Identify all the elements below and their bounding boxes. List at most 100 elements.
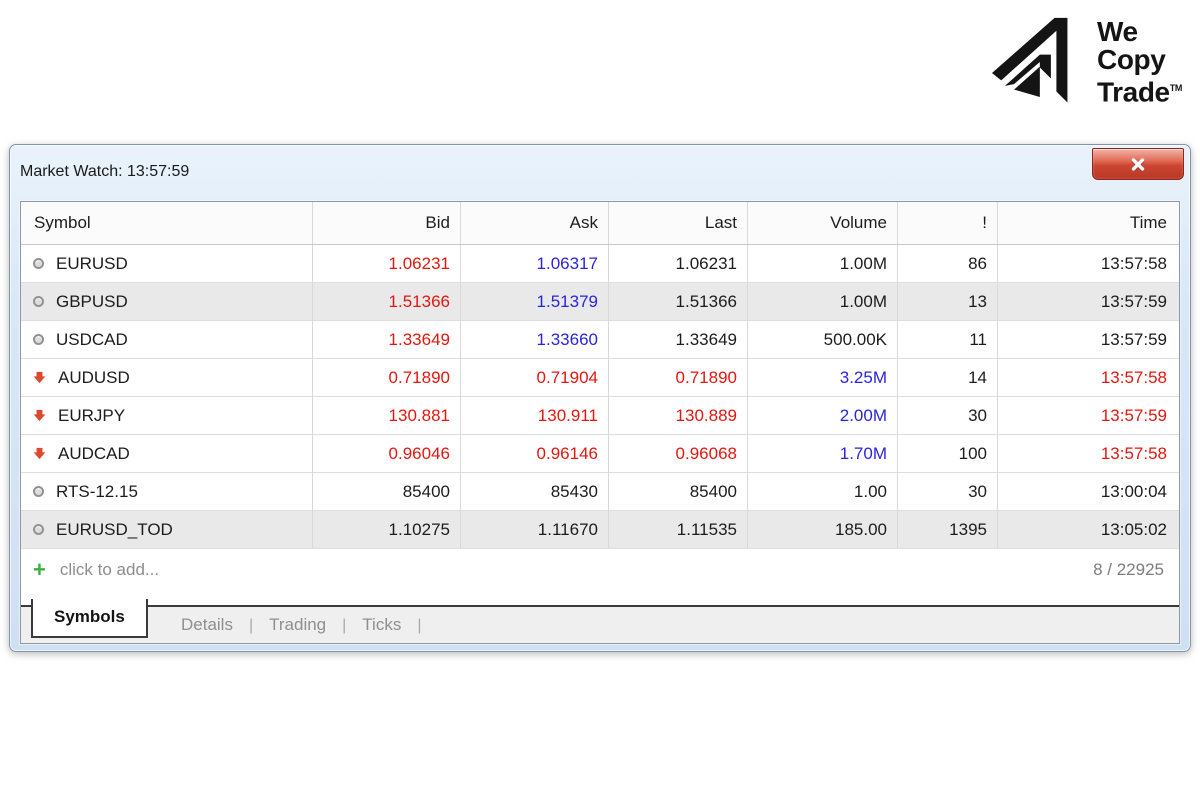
trademark-symbol: TM bbox=[1170, 83, 1182, 93]
panel-spacer bbox=[21, 591, 1179, 599]
bid-cell: 1.51366 bbox=[313, 283, 461, 320]
symbol-name: USDCAD bbox=[56, 321, 128, 358]
symbol-cell: EURUSD bbox=[21, 245, 313, 282]
bottom-tab-bar: Details | Trading | Ticks | Symbols bbox=[21, 599, 1179, 643]
table-row[interactable]: EURJPY130.881130.911130.8892.00M3013:57:… bbox=[21, 397, 1179, 435]
tab-labels: Details | Trading | Ticks | bbox=[181, 615, 437, 635]
ask-cell: 0.71904 bbox=[461, 359, 609, 396]
tab-separator: | bbox=[249, 617, 253, 634]
ask-cell: 130.911 bbox=[461, 397, 609, 434]
symbol-counter: 8 / 22925 bbox=[1093, 560, 1167, 580]
ask-cell: 1.51379 bbox=[461, 283, 609, 320]
time-cell: 13:00:04 bbox=[998, 473, 1179, 510]
alert-cell: 14 bbox=[898, 359, 998, 396]
column-header-alert[interactable]: ! bbox=[898, 202, 998, 244]
tab-separator: | bbox=[342, 617, 346, 634]
time-cell: 13:57:58 bbox=[998, 245, 1179, 282]
symbol-cell: GBPUSD bbox=[21, 283, 313, 320]
symbol-name: RTS-12.15 bbox=[56, 473, 138, 510]
logo-line-2: Copy bbox=[1097, 46, 1182, 74]
table-row[interactable]: AUDUSD0.718900.719040.718903.25M1413:57:… bbox=[21, 359, 1179, 397]
ask-cell: 0.96146 bbox=[461, 435, 609, 472]
time-cell: 13:05:02 bbox=[998, 511, 1179, 548]
header-row: SymbolBidAskLastVolume!Time bbox=[21, 202, 1179, 245]
column-header-symbol[interactable]: Symbol bbox=[21, 202, 313, 244]
click-to-add-label: click to add... bbox=[60, 560, 159, 580]
ask-cell: 85430 bbox=[461, 473, 609, 510]
volume-cell: 3.25M bbox=[748, 359, 898, 396]
symbol-name: AUDCAD bbox=[58, 435, 130, 472]
table-row[interactable]: USDCAD1.336491.336601.33649500.00K1113:5… bbox=[21, 321, 1179, 359]
volume-cell: 500.00K bbox=[748, 321, 898, 358]
volume-cell: 1.00 bbox=[748, 473, 898, 510]
down-arrow-icon bbox=[33, 371, 46, 384]
down-arrow-icon bbox=[33, 409, 46, 422]
market-watch-window: Market Watch: 13:57:59 SymbolBidAskLastV… bbox=[9, 144, 1191, 652]
volume-cell: 185.00 bbox=[748, 511, 898, 548]
tab-separator: | bbox=[417, 617, 421, 634]
table-row[interactable]: GBPUSD1.513661.513791.513661.00M1313:57:… bbox=[21, 283, 1179, 321]
logo-line-1: We bbox=[1097, 18, 1182, 46]
bid-cell: 0.71890 bbox=[313, 359, 461, 396]
bid-cell: 0.96046 bbox=[313, 435, 461, 472]
symbol-name: GBPUSD bbox=[56, 283, 128, 320]
last-cell: 0.96068 bbox=[609, 435, 748, 472]
click-to-add-row[interactable]: + click to add... 8 / 22925 bbox=[21, 549, 1179, 591]
table-row[interactable]: EURUSD_TOD1.102751.116701.11535185.00139… bbox=[21, 511, 1179, 549]
time-cell: 13:57:59 bbox=[998, 397, 1179, 434]
last-cell: 0.71890 bbox=[609, 359, 748, 396]
symbol-cell: RTS-12.15 bbox=[21, 473, 313, 510]
close-icon bbox=[1131, 158, 1145, 171]
last-cell: 130.889 bbox=[609, 397, 748, 434]
ask-cell: 1.06317 bbox=[461, 245, 609, 282]
symbol-cell: AUDUSD bbox=[21, 359, 313, 396]
last-cell: 1.11535 bbox=[609, 511, 748, 548]
symbol-name: EURUSD bbox=[56, 245, 128, 282]
table-body: EURUSD1.062311.063171.062311.00M8613:57:… bbox=[21, 245, 1179, 549]
wecopytrade-logo-text: We Copy TradeTM bbox=[1097, 18, 1182, 106]
volume-cell: 1.00M bbox=[748, 283, 898, 320]
alert-cell: 86 bbox=[898, 245, 998, 282]
symbol-name: AUDUSD bbox=[58, 359, 130, 396]
symbol-name: EURUSD_TOD bbox=[56, 511, 173, 548]
time-cell: 13:57:58 bbox=[998, 435, 1179, 472]
symbol-cell: AUDCAD bbox=[21, 435, 313, 472]
title-bar[interactable]: Market Watch: 13:57:59 bbox=[10, 145, 1190, 201]
column-header-bid[interactable]: Bid bbox=[313, 202, 461, 244]
alert-cell: 11 bbox=[898, 321, 998, 358]
circle-icon bbox=[33, 296, 44, 307]
circle-icon bbox=[33, 334, 44, 345]
wecopytrade-logo-mark bbox=[992, 16, 1084, 108]
tab-details[interactable]: Details bbox=[181, 615, 233, 634]
table-row[interactable]: RTS-12.158540085430854001.003013:00:04 bbox=[21, 473, 1179, 511]
volume-cell: 1.00M bbox=[748, 245, 898, 282]
last-cell: 85400 bbox=[609, 473, 748, 510]
alert-cell: 30 bbox=[898, 397, 998, 434]
column-header-time[interactable]: Time bbox=[998, 202, 1179, 244]
circle-icon bbox=[33, 486, 44, 497]
bid-cell: 85400 bbox=[313, 473, 461, 510]
logo-line-3: TradeTM bbox=[1097, 74, 1182, 106]
down-arrow-icon bbox=[33, 447, 46, 460]
plus-icon: + bbox=[33, 559, 46, 581]
symbol-name: EURJPY bbox=[58, 397, 125, 434]
symbol-cell: EURUSD_TOD bbox=[21, 511, 313, 548]
table-row[interactable]: EURUSD1.062311.063171.062311.00M8613:57:… bbox=[21, 245, 1179, 283]
tab-ticks[interactable]: Ticks bbox=[362, 615, 401, 634]
table-row[interactable]: AUDCAD0.960460.961460.960681.70M10013:57… bbox=[21, 435, 1179, 473]
circle-icon bbox=[33, 258, 44, 269]
column-header-ask[interactable]: Ask bbox=[461, 202, 609, 244]
tab-symbols[interactable]: Symbols bbox=[31, 599, 148, 638]
alert-cell: 1395 bbox=[898, 511, 998, 548]
symbol-cell: USDCAD bbox=[21, 321, 313, 358]
close-button[interactable] bbox=[1092, 148, 1184, 180]
column-header-volume[interactable]: Volume bbox=[748, 202, 898, 244]
bid-cell: 1.10275 bbox=[313, 511, 461, 548]
inactive-tab-strip: Details | Trading | Ticks | bbox=[21, 605, 1179, 643]
column-header-last[interactable]: Last bbox=[609, 202, 748, 244]
bid-cell: 130.881 bbox=[313, 397, 461, 434]
alert-cell: 30 bbox=[898, 473, 998, 510]
market-watch-panel: SymbolBidAskLastVolume!Time EURUSD1.0623… bbox=[20, 201, 1180, 644]
tab-trading[interactable]: Trading bbox=[269, 615, 326, 634]
last-cell: 1.51366 bbox=[609, 283, 748, 320]
